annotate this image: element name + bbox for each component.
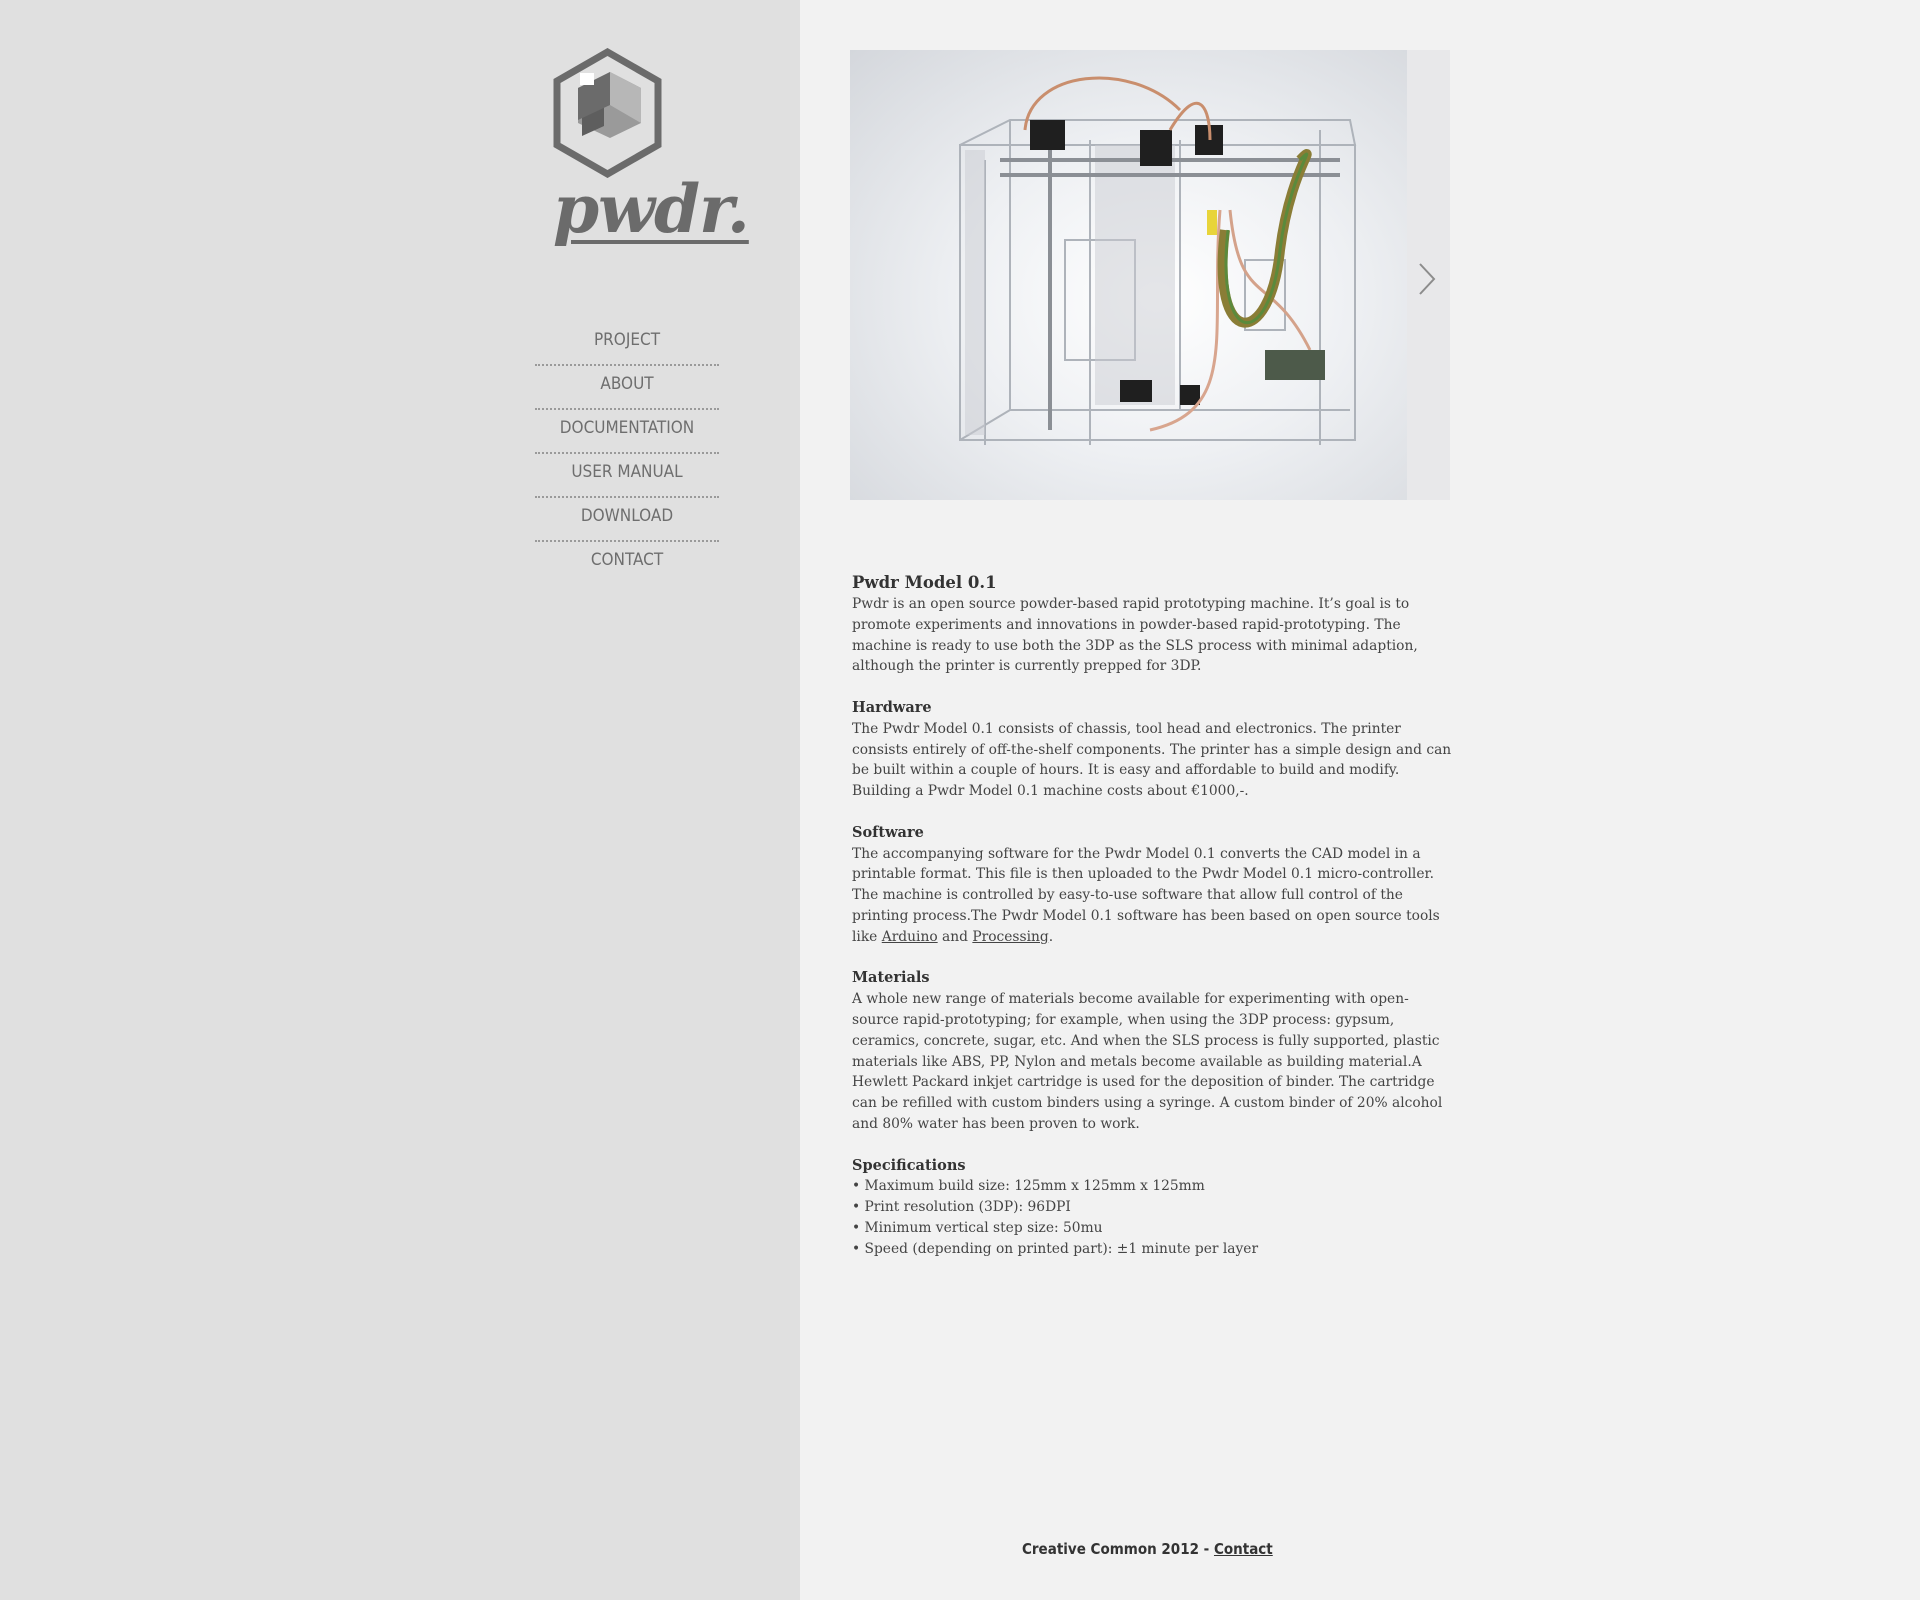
nav-item-contact[interactable]: CONTACT [535,542,719,584]
spec-item: • Maximum build size: 125mm x 125mm x 12… [852,1178,1205,1195]
footer: Creative Common 2012 - Contact [1022,1540,1273,1558]
specifications-list: • Maximum build size: 125mm x 125mm x 12… [852,1176,1452,1259]
hexagon-cube-logo-icon[interactable] [550,48,705,178]
materials-text: A whole new range of materials become av… [852,991,1443,1132]
software-text-mid: and [937,928,973,945]
nav-item-user-manual[interactable]: USER MANUAL [535,454,719,498]
hardware-heading: Hardware [852,698,932,716]
arduino-link[interactable]: Arduino [882,929,938,945]
materials-heading: Materials [852,969,930,987]
spec-item: • Minimum vertical step size: 50mu [852,1219,1103,1236]
software-text: The accompanying software for the Pwdr M… [852,844,1452,948]
article: Pwdr Model 0.1 Pwdr is an open source po… [852,572,1452,1260]
nav-item-documentation[interactable]: DOCUMENTATION [535,410,719,454]
software-text-after: . [1048,928,1054,945]
article-intro: Pwdr is an open source powder-based rapi… [852,596,1418,675]
software-heading: Software [852,823,924,841]
spec-item: • Print resolution (3DP): 96DPI [852,1199,1071,1216]
image-slider [850,50,1450,500]
main-nav: PROJECT ABOUT DOCUMENTATION USER MANUAL … [535,322,719,584]
sidebar: pwdr. PROJECT ABOUT DOCUMENTATION USER M… [0,0,800,1600]
hardware-text: The Pwdr Model 0.1 consists of chassis, … [852,720,1452,800]
nav-item-about[interactable]: ABOUT [535,366,719,410]
footer-contact-link[interactable]: Contact [1214,1540,1273,1558]
nav-item-download[interactable]: DOWNLOAD [535,498,719,542]
spec-item: • Speed (depending on printed part): ±1 … [852,1240,1259,1257]
processing-link[interactable]: Processing [972,929,1048,945]
wordmark-logo[interactable]: pwdr. [553,170,750,248]
nav-item-project[interactable]: PROJECT [535,322,719,366]
article-title: Pwdr Model 0.1 [852,573,997,592]
printer-photo [850,50,1407,500]
specifications-heading: Specifications [852,1156,966,1174]
chevron-right-icon[interactable] [1417,262,1437,300]
footer-copyright: Creative Common 2012 - [1022,1540,1214,1558]
